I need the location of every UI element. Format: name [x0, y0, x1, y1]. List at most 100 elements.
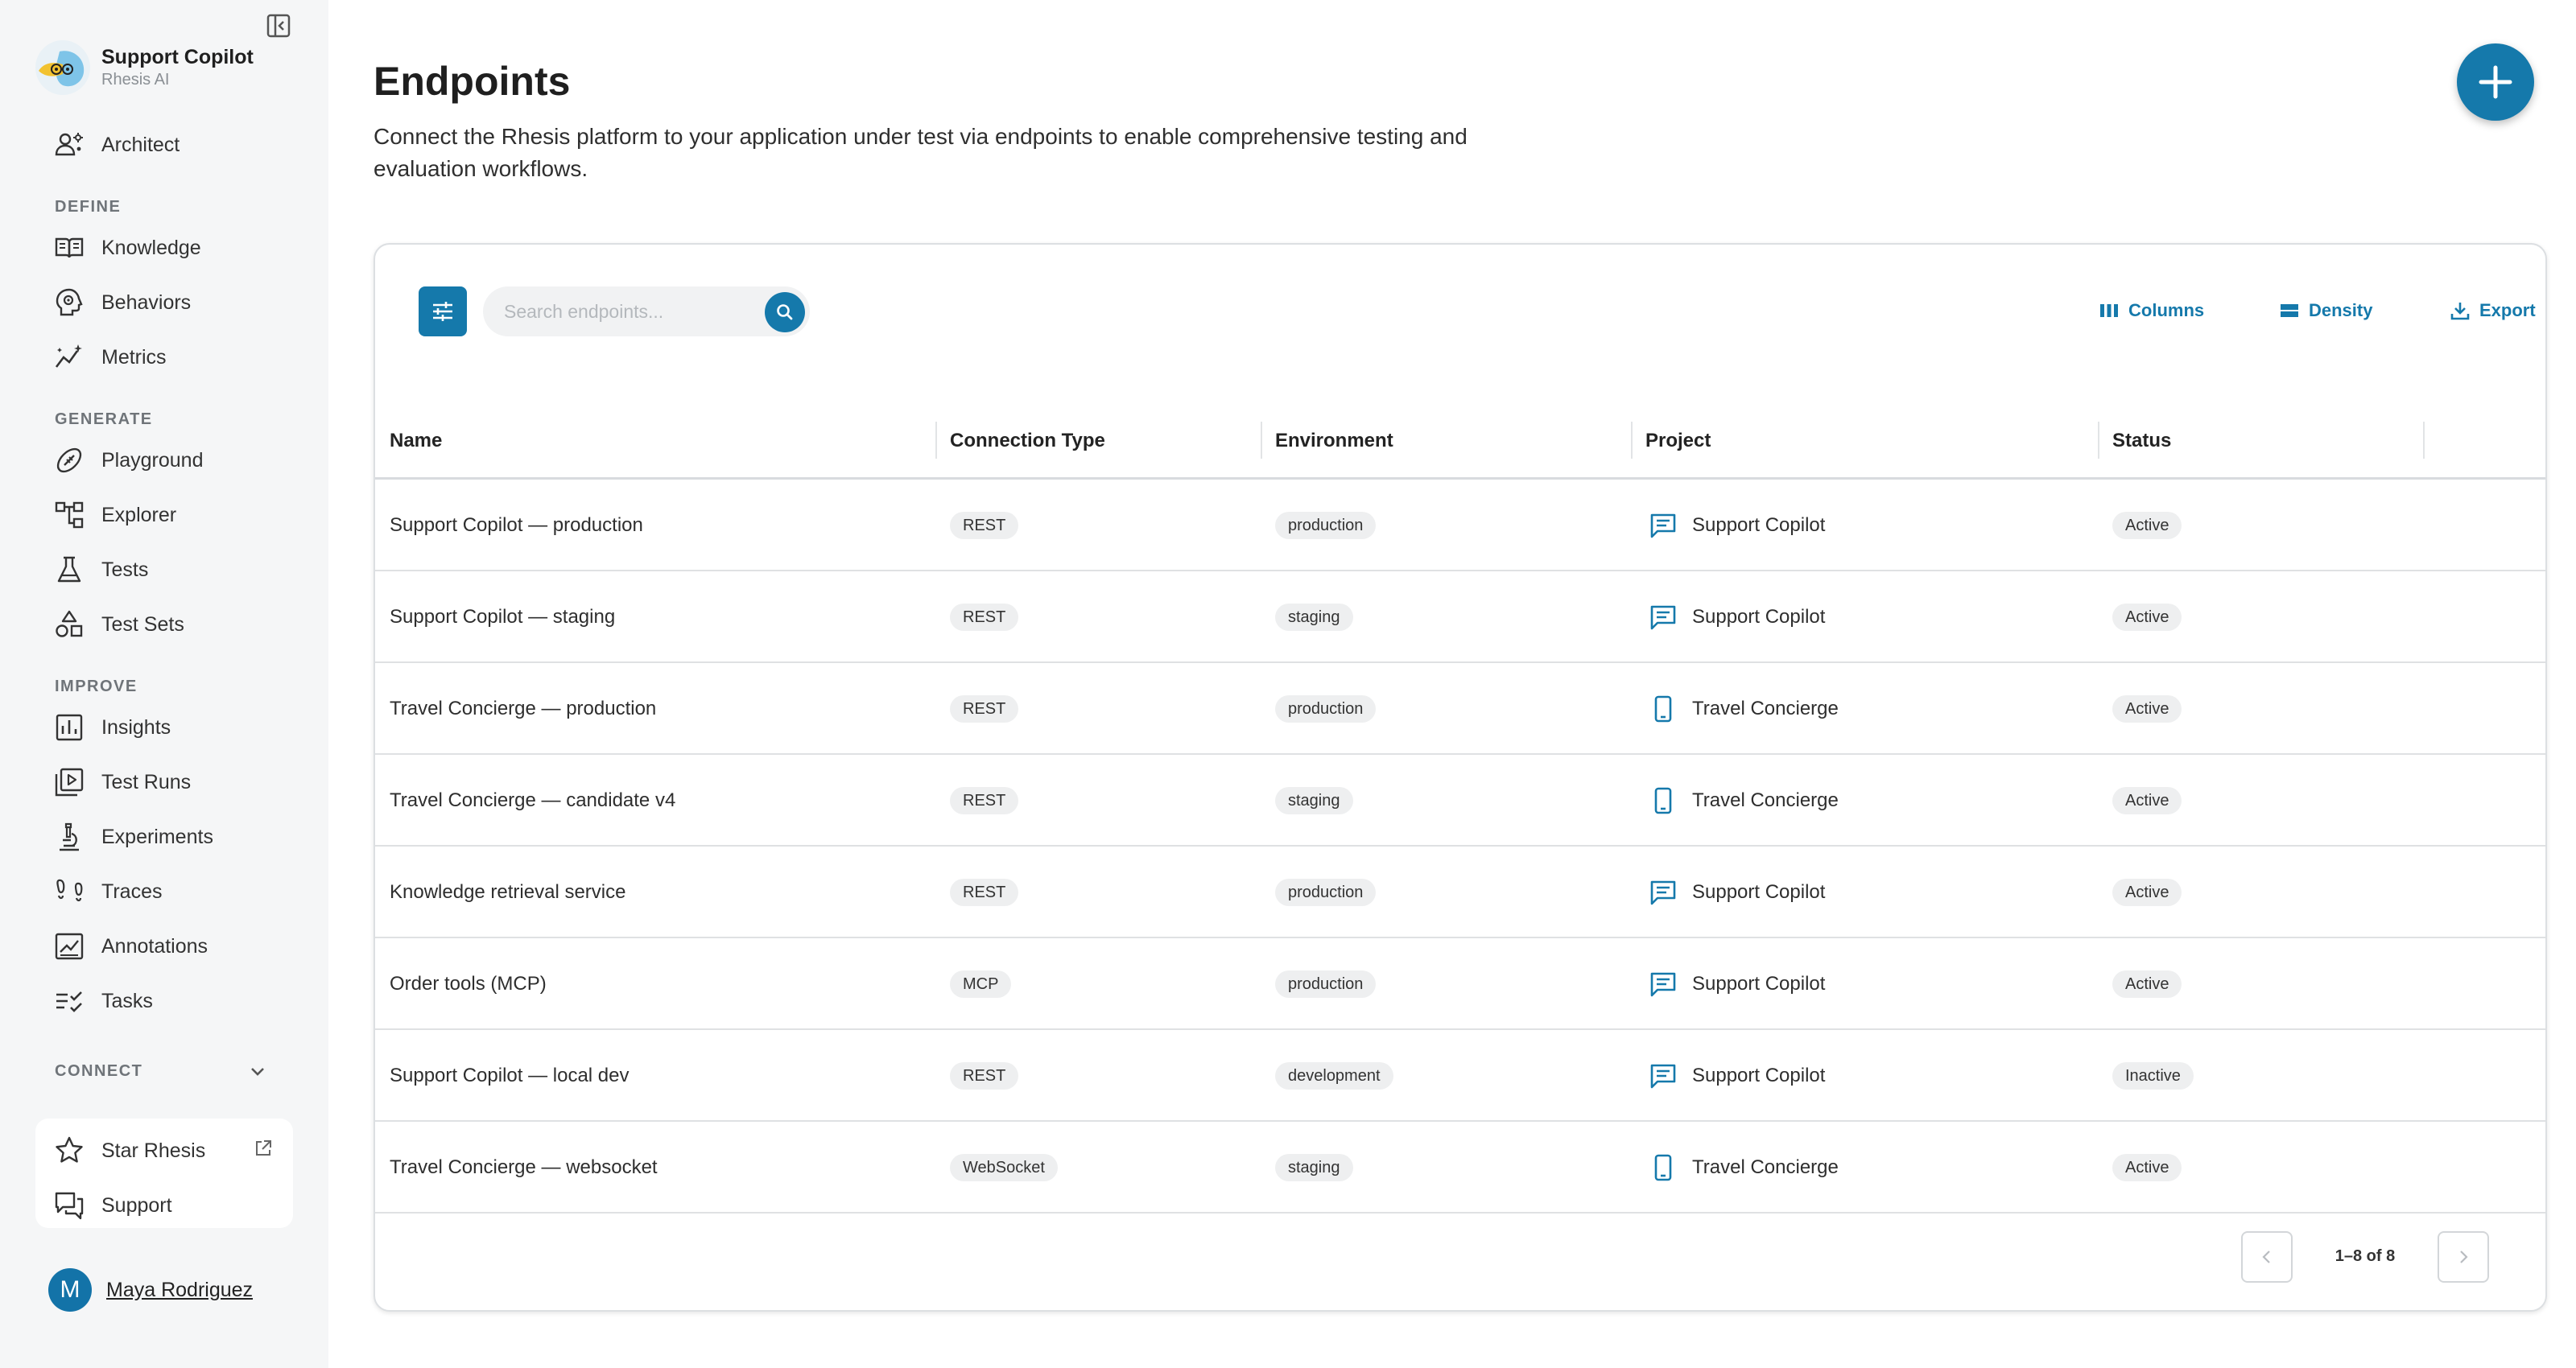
endpoint-name: Order tools (MCP) [390, 973, 547, 995]
sidebar-item-test-runs[interactable]: Test Runs [53, 761, 191, 803]
connection-type-chip: WebSocket [950, 1154, 1058, 1181]
sidebar-item-label: Support [101, 1193, 172, 1217]
project-cell: Travel Concierge [1649, 663, 1839, 755]
environment-chip: staging [1275, 787, 1353, 814]
phone-icon [1649, 694, 1678, 723]
sidebar-item-tasks[interactable]: Tasks [53, 980, 153, 1022]
status-cell: Active [2112, 571, 2182, 663]
environment-chip: production [1275, 970, 1377, 998]
column-separator[interactable] [935, 422, 937, 459]
flask-icon [57, 556, 81, 583]
sidebar-item-experiments[interactable]: Experiments [53, 816, 213, 858]
project-cell: Travel Concierge [1649, 1122, 1839, 1213]
project-name: Travel Concierge [1692, 698, 1839, 719]
sidebar-item-label: Playground [101, 448, 204, 472]
sidebar-item-star-rhesis[interactable]: Star Rhesis [53, 1130, 205, 1172]
search-box [483, 286, 810, 336]
sidebar-item-knowledge[interactable]: Knowledge [53, 227, 201, 269]
column-header-project[interactable]: Project [1645, 402, 1711, 480]
sidebar-item-behaviors[interactable]: Behaviors [53, 282, 191, 323]
columns-label: Columns [2128, 300, 2205, 320]
sidebar-item-traces[interactable]: Traces [53, 871, 162, 913]
sidebar-collapse-icon [266, 14, 291, 38]
sidebar-item-label: Annotations [101, 934, 208, 958]
shapes-icon [56, 610, 83, 637]
sidebar-item-architect[interactable]: Architect [53, 124, 180, 166]
chevron-down-icon[interactable] [246, 1061, 269, 1087]
project-name: Travel Concierge [1692, 789, 1839, 811]
project-name: Travel Concierge [1692, 1156, 1839, 1178]
section-generate: GENERATE [55, 410, 153, 428]
brand-title: Support Copilot [101, 46, 254, 68]
status-cell: Active [2112, 847, 2182, 938]
chat-bubble-icon [1649, 970, 1678, 999]
filter-button[interactable] [419, 286, 467, 336]
table-row[interactable]: Travel Concierge — websocket WebSocket sta… [375, 1122, 2545, 1213]
sidebar-item-label: Traces [101, 880, 163, 903]
sidebar-item-label: Insights [101, 715, 171, 739]
project-name: Support Copilot [1692, 606, 1826, 628]
table-row[interactable]: Support Copilot — staging REST staging Supp… [375, 571, 2545, 663]
export-button[interactable]: Export [2449, 295, 2536, 327]
status-badge: Active [2112, 879, 2182, 906]
status-cell: Active [2112, 755, 2182, 847]
sidebar-item-explorer[interactable]: Explorer [53, 494, 176, 536]
add-endpoint-button[interactable] [2457, 43, 2534, 121]
microscope-icon [60, 822, 79, 851]
section-connect[interactable]: CONNECT [55, 1062, 142, 1081]
column-header-environment[interactable]: Environment [1275, 402, 1393, 480]
connection-type-cell: REST [950, 1030, 1019, 1122]
column-separator[interactable] [1261, 422, 1262, 459]
column-header-connection-type[interactable]: Connection Type [950, 402, 1105, 480]
sidebar-item-metrics[interactable]: Metrics [53, 336, 167, 378]
table-row[interactable]: Travel Concierge — candidate v4 REST stagi… [375, 755, 2545, 847]
columns-button[interactable]: Columns [2098, 295, 2204, 327]
book-icon [55, 237, 84, 258]
sidebar-item-tests[interactable]: Tests [53, 549, 148, 591]
sidebar-item-annotations[interactable]: Annotations [53, 925, 208, 967]
export-label: Export [2479, 300, 2536, 320]
table-row[interactable]: Support Copilot — local dev REST developme… [375, 1030, 2545, 1122]
sidebar-item-insights[interactable]: Insights [53, 707, 171, 748]
previous-page-button[interactable] [2241, 1231, 2293, 1283]
search-input[interactable] [504, 286, 762, 336]
table-row[interactable]: Support Copilot — production REST producti… [375, 480, 2545, 571]
environment-cell: production [1275, 480, 1377, 571]
user-profile[interactable]: M Maya Rodriguez [48, 1268, 253, 1312]
footprints-icon [56, 879, 83, 902]
sidebar-item-label: Behaviors [101, 290, 192, 314]
table-row[interactable]: Knowledge retrieval service REST productio… [375, 847, 2545, 938]
bar-chart-icon [56, 714, 83, 741]
brand[interactable]: Support Copilot Rhesis AI [35, 40, 254, 95]
table-row[interactable]: Order tools (MCP) MCP production Support Co… [375, 938, 2545, 1030]
user-name-link[interactable]: Maya Rodriguez [106, 1279, 253, 1302]
collapse-sidebar-button[interactable] [262, 10, 295, 42]
connection-type-cell: MCP [950, 938, 1012, 1030]
environment-cell: production [1275, 847, 1377, 938]
column-separator[interactable] [1631, 422, 1633, 459]
endpoint-name: Knowledge retrieval service [390, 881, 626, 903]
external-link-icon [253, 1138, 274, 1163]
density-button[interactable]: Density [2278, 295, 2372, 327]
sidebar-item-playground[interactable]: Playground [53, 439, 203, 481]
phone-icon [1649, 786, 1678, 815]
column-separator[interactable] [2423, 422, 2425, 459]
project-cell: Support Copilot [1649, 571, 1825, 663]
environment-cell: production [1275, 938, 1377, 1030]
status-badge: Active [2112, 695, 2182, 723]
search-button[interactable] [765, 292, 805, 332]
environment-cell: development [1275, 1030, 1393, 1122]
status-badge: Active [2112, 1154, 2182, 1181]
column-header-status[interactable]: Status [2112, 402, 2171, 480]
column-separator[interactable] [2098, 422, 2099, 459]
sidebar-item-label: Metrics [101, 345, 167, 369]
sidebar-item-test-sets[interactable]: Test Sets [53, 604, 184, 645]
sidebar-item-support[interactable]: Support [53, 1185, 172, 1226]
download-icon [2450, 303, 2470, 320]
environment-chip: staging [1275, 604, 1353, 631]
table-row[interactable]: Travel Concierge — production REST product… [375, 663, 2545, 755]
next-page-button[interactable] [2438, 1231, 2489, 1283]
column-header-name[interactable]: Name [390, 402, 442, 480]
sparkline-icon [55, 344, 82, 368]
chat-bubble-icon [1649, 603, 1678, 632]
